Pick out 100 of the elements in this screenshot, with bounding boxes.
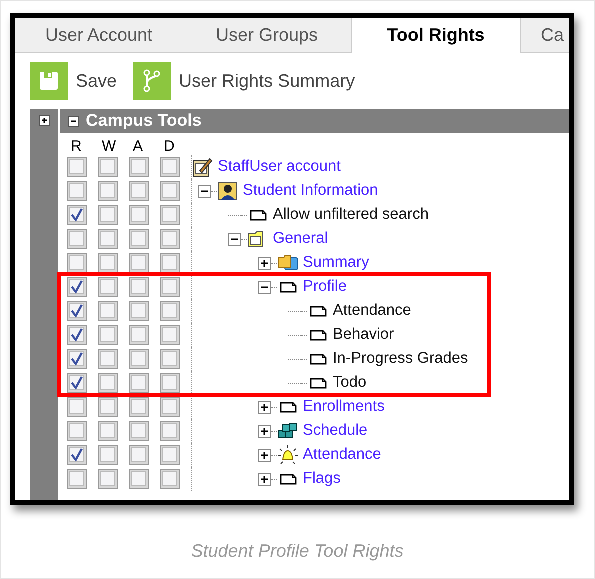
page-icon (280, 282, 296, 292)
tool-label: In-Progress Grades (333, 350, 468, 368)
checkbox[interactable] (67, 397, 87, 417)
checkbox[interactable] (129, 421, 149, 441)
checkbox[interactable] (129, 301, 149, 321)
checkbox[interactable] (98, 181, 118, 201)
checkbox[interactable] (98, 445, 118, 465)
checkbox[interactable] (67, 421, 87, 441)
toolbar-button[interactable]: User Rights Summary (133, 62, 356, 100)
checkbox[interactable] (129, 253, 149, 273)
checkbox[interactable] (129, 445, 149, 465)
plus-icon[interactable] (258, 448, 271, 462)
tab[interactable]: User Account (15, 18, 183, 52)
tool-link[interactable]: Student Information (243, 182, 378, 200)
checkbox[interactable] (98, 469, 118, 489)
tool-link[interactable]: Attendance (303, 446, 382, 464)
checkbox[interactable] (160, 301, 180, 321)
checkbox[interactable] (160, 157, 180, 177)
checkbox[interactable] (129, 229, 149, 249)
checkbox[interactable] (160, 205, 180, 225)
checkbox[interactable] (67, 469, 87, 489)
checkbox[interactable] (67, 373, 87, 393)
checkbox[interactable] (67, 349, 87, 369)
checkbox[interactable] (160, 469, 180, 489)
page-icon (310, 354, 326, 364)
plus-icon[interactable] (258, 472, 271, 486)
plus-icon[interactable] (38, 115, 50, 126)
tool-link[interactable]: Schedule (303, 422, 368, 440)
checkbox[interactable] (98, 397, 118, 417)
tab[interactable]: Ca (521, 18, 569, 52)
checkbox[interactable] (160, 349, 180, 369)
checkbox[interactable] (160, 181, 180, 201)
tool-link[interactable]: Summary (303, 254, 370, 272)
checkbox[interactable] (129, 469, 149, 489)
panel-title: Campus Tools (86, 111, 202, 131)
column-header: D (163, 138, 176, 155)
minus-icon[interactable] (258, 280, 271, 294)
tool-link[interactable]: Profile (303, 278, 347, 296)
tab[interactable]: User Groups (183, 18, 351, 52)
page-icon (310, 378, 326, 388)
plus-icon[interactable] (258, 400, 271, 414)
checkbox[interactable] (67, 301, 87, 321)
checkbox[interactable] (67, 253, 87, 273)
checkbox[interactable] (129, 205, 149, 225)
checkbox[interactable] (160, 445, 180, 465)
page-icon (280, 474, 296, 484)
checkbox[interactable] (67, 325, 87, 345)
checkbox[interactable] (160, 373, 180, 393)
checkbox[interactable] (67, 181, 87, 201)
page-icon (280, 402, 296, 412)
minus-icon[interactable] (198, 184, 211, 198)
person-icon (217, 180, 239, 202)
checkbox[interactable] (160, 277, 180, 297)
plus-icon[interactable] (258, 256, 271, 270)
column-header: W (101, 138, 118, 155)
tab[interactable]: Tool Rights (351, 18, 521, 53)
checkbox[interactable] (129, 349, 149, 369)
checkbox[interactable] (98, 157, 118, 177)
checkbox[interactable] (129, 373, 149, 393)
tool-label: Attendance (333, 302, 412, 320)
checkbox[interactable] (98, 229, 118, 249)
bell-icon (277, 444, 299, 466)
checkbox[interactable] (160, 229, 180, 249)
checkbox[interactable] (160, 325, 180, 345)
checkbox[interactable] (129, 325, 149, 345)
checkbox[interactable] (129, 277, 149, 297)
checkbox[interactable] (67, 157, 87, 177)
checkbox[interactable] (98, 253, 118, 273)
checkbox[interactable] (129, 181, 149, 201)
checkbox[interactable] (67, 229, 87, 249)
plus-icon[interactable] (258, 424, 271, 438)
checkbox[interactable] (160, 253, 180, 273)
checkbox[interactable] (98, 373, 118, 393)
minus-icon[interactable] (68, 116, 79, 126)
tool-label: Behavior (333, 326, 394, 344)
checkbox[interactable] (98, 349, 118, 369)
page-icon (310, 330, 326, 340)
checkbox[interactable] (98, 421, 118, 441)
checkbox[interactable] (129, 157, 149, 177)
tool-link[interactable]: General (273, 230, 328, 248)
checkbox[interactable] (98, 325, 118, 345)
column-header: A (132, 138, 144, 155)
checkbox[interactable] (67, 277, 87, 297)
checkbox[interactable] (67, 205, 87, 225)
minus-icon[interactable] (228, 232, 241, 246)
tool-link[interactable]: StaffUser account (218, 158, 341, 176)
checkbox[interactable] (129, 397, 149, 417)
figure-caption: Student Profile Tool Rights (190, 541, 405, 562)
checkbox[interactable] (160, 397, 180, 417)
toolbar-button[interactable]: Save (30, 62, 118, 100)
notepad-icon (192, 156, 214, 178)
branch-icon (133, 62, 172, 100)
checkbox[interactable] (98, 277, 118, 297)
checkbox[interactable] (98, 205, 118, 225)
tool-link[interactable]: Flags (303, 470, 341, 488)
checkbox[interactable] (160, 421, 180, 441)
tool-link[interactable]: Enrollments (303, 398, 385, 416)
checkbox[interactable] (67, 445, 87, 465)
tool-label: Todo (333, 374, 367, 392)
checkbox[interactable] (98, 301, 118, 321)
